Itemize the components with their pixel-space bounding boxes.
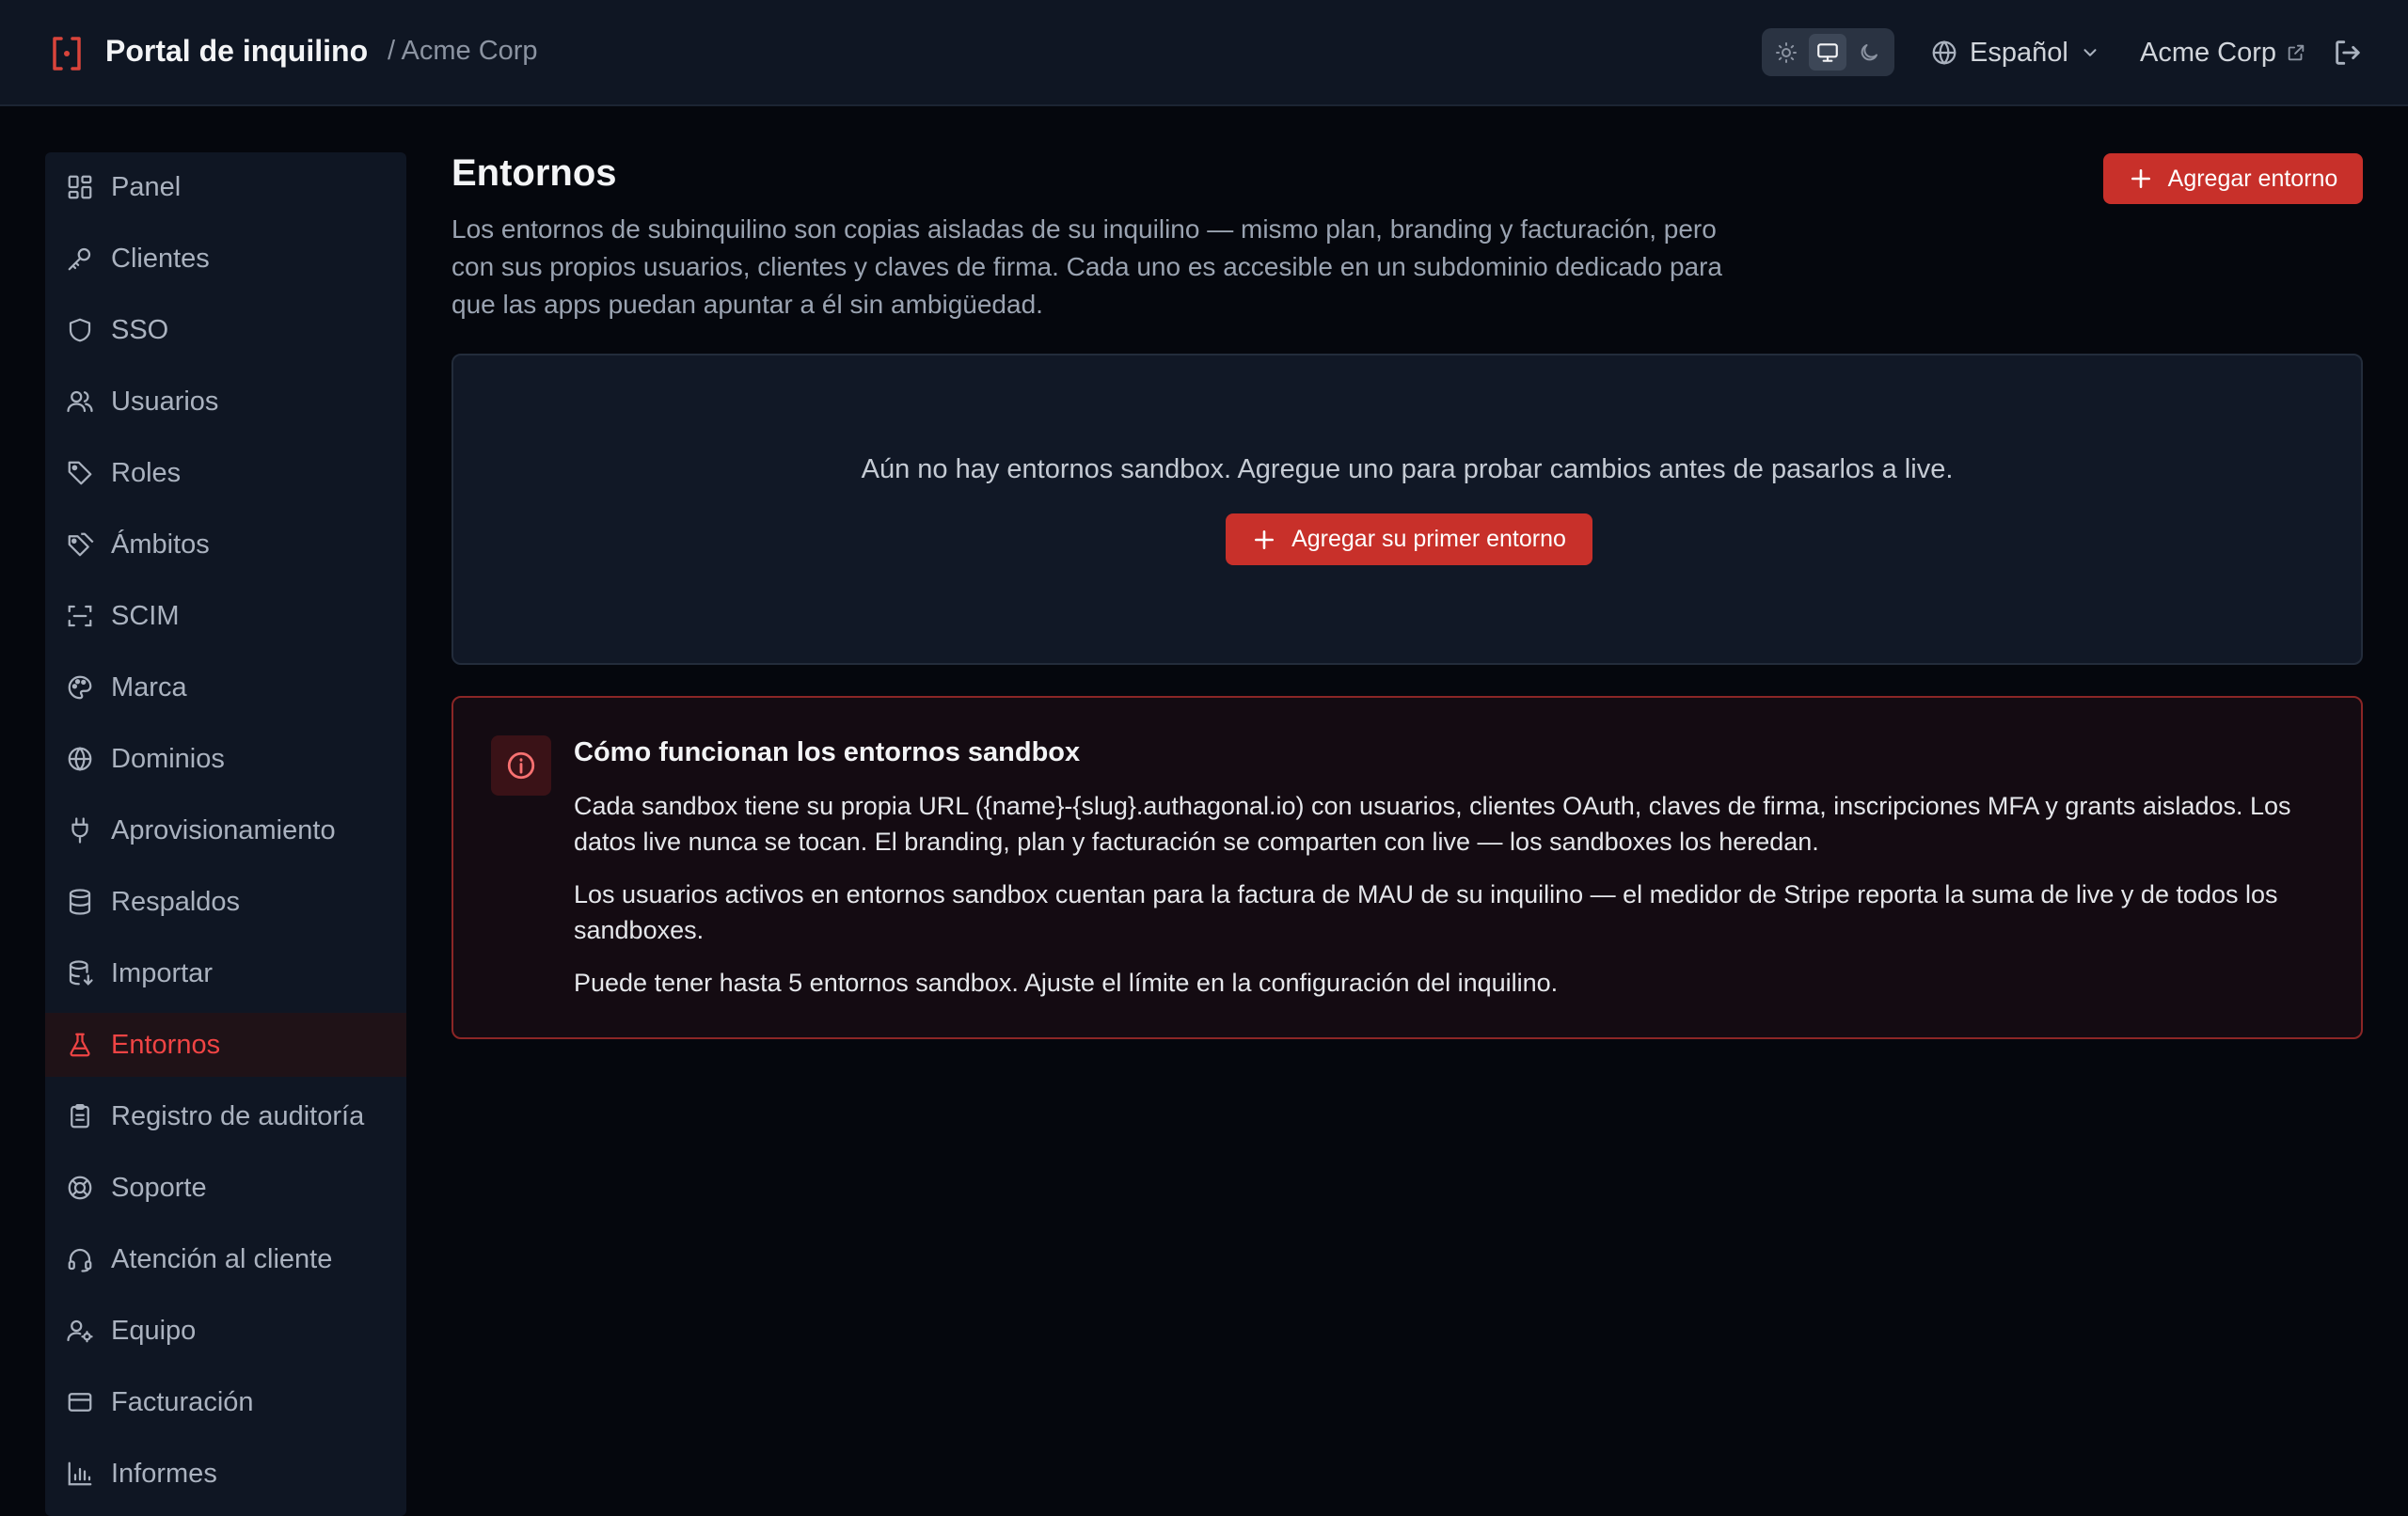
sidebar-item-entornos[interactable]: Entornos [45, 1013, 406, 1077]
info-title: Cómo funcionan los entornos sandbox [574, 737, 1081, 767]
sidebar-item-equipo[interactable]: Equipo [45, 1299, 406, 1363]
sidebar-item-respaldos[interactable]: Respaldos [45, 870, 406, 934]
sidebar-item-label: Soporte [111, 1172, 207, 1203]
empty-state-card: Aún no hay entornos sandbox. Agregue uno… [452, 354, 2363, 665]
database-icon [69, 889, 91, 915]
logout-icon[interactable] [2332, 37, 2364, 69]
sidebar-item-label: Ámbitos [111, 529, 210, 560]
plug-icon [71, 817, 88, 844]
sidebar-item-label: SSO [111, 314, 169, 345]
add-environment-button[interactable]: Agregar entorno [2103, 153, 2363, 204]
info-icon [507, 751, 535, 780]
sidebar-item-importar[interactable]: Importar [45, 941, 406, 1005]
life-buoy-icon [68, 1176, 92, 1200]
sidebar-item-facturacion[interactable]: Facturación [45, 1370, 406, 1434]
sidebar-item-atencion-cliente[interactable]: Atención al cliente [45, 1227, 406, 1291]
scan-icon [68, 605, 92, 627]
sidebar-item-label: Roles [111, 457, 182, 488]
sidebar-item-clientes[interactable]: Clientes [45, 227, 406, 291]
tag-icon [68, 461, 92, 485]
moon-icon [1861, 43, 1877, 60]
clipboard-icon [71, 1104, 89, 1129]
tenant-external-link[interactable]: Acme Corp [2140, 34, 2306, 71]
sidebar-item-ambitos[interactable]: Ámbitos [45, 513, 406, 576]
theme-system-button[interactable] [1809, 34, 1846, 71]
globe-icon [68, 747, 92, 771]
plus-icon [1255, 529, 1275, 549]
page-description: Los entornos de subinquilino son copias … [452, 214, 1722, 319]
monitor-icon [1817, 42, 1838, 62]
info-paragraph: Puede tener hasta 5 entornos sandbox. Aj… [574, 969, 1559, 997]
sidebar-item-informes[interactable]: Informes [45, 1442, 406, 1506]
info-paragraph: Cada sandbox tiene su propia URL ({name}… [574, 792, 2291, 856]
add-first-environment-button[interactable]: Agregar su primer entorno [1226, 513, 1592, 565]
top-bar: Portal de inquilino / Acme Corp Español [0, 0, 2408, 106]
language-selector[interactable]: Español [1930, 34, 2100, 71]
empty-state-text: Aún no hay entornos sandbox. Agregue uno… [861, 454, 1954, 484]
sun-icon [1776, 41, 1797, 63]
sidebar-item-label: Importar [111, 957, 213, 988]
external-link-icon [2288, 44, 2305, 61]
headset-icon [68, 1248, 92, 1272]
key-icon [68, 247, 91, 271]
sidebar-item-label: Clientes [111, 243, 210, 274]
sidebar-item-label: Informes [111, 1458, 217, 1489]
sidebar-item-usuarios[interactable]: Usuarios [45, 370, 406, 434]
brand-logo-icon [53, 37, 81, 71]
plus-icon [2131, 169, 2150, 188]
palette-icon [68, 675, 92, 700]
sidebar-item-label: Marca [111, 671, 187, 703]
sidebar-item-scim[interactable]: SCIM [45, 584, 406, 648]
breadcrumb-tenant: / Acme Corp [388, 36, 538, 66]
tags-icon [68, 532, 94, 557]
sidebar-item-label: Respaldos [111, 886, 241, 917]
chevron-down-icon [2083, 49, 2097, 56]
sidebar-item-marca[interactable]: Marca [45, 655, 406, 719]
bar-chart-icon [68, 1461, 92, 1486]
sidebar-item-soporte[interactable]: Soporte [45, 1156, 406, 1220]
sidebar-item-sso[interactable]: SSO [45, 298, 406, 362]
info-paragraph: Los usuarios activos en entornos sandbox… [574, 880, 2278, 944]
globe-icon [1932, 40, 1956, 65]
app-title[interactable]: Portal de inquilino [105, 34, 368, 69]
sidebar-item-label: Dominios [111, 743, 225, 774]
shield-icon [69, 318, 91, 342]
sidebar: Panel Clientes SSO Usuarios Roles Ámbito… [45, 152, 406, 1516]
sidebar-item-label: Atención al cliente [111, 1243, 333, 1274]
user-cog-icon [67, 1319, 93, 1343]
page-title: Entornos [452, 152, 617, 194]
language-label: Español [1970, 37, 2068, 68]
sidebar-item-label: Registro de auditoría [111, 1100, 365, 1131]
flask-icon [70, 1033, 90, 1057]
sandbox-info-card: Cómo funcionan los entornos sandbox Cada… [452, 696, 2363, 1039]
users-icon [67, 390, 93, 413]
theme-dark-button[interactable] [1850, 34, 1888, 71]
sidebar-item-label: Facturación [111, 1386, 254, 1417]
add-environment-label: Agregar entorno [2167, 165, 2338, 192]
tenant-link-label: Acme Corp [2140, 37, 2277, 68]
sidebar-item-label: Equipo [111, 1315, 197, 1346]
sidebar-item-label: SCIM [111, 600, 180, 631]
sidebar-item-panel[interactable]: Panel [45, 155, 406, 219]
sidebar-item-dominios[interactable]: Dominios [45, 727, 406, 791]
sidebar-item-label: Entornos [111, 1029, 221, 1060]
sidebar-item-label: Usuarios [111, 386, 219, 417]
theme-toggle [1762, 28, 1894, 76]
sidebar-item-registro-auditoria[interactable]: Registro de auditoría [45, 1084, 406, 1148]
sidebar-item-aprovisionamiento[interactable]: Aprovisionamiento [45, 798, 406, 862]
sidebar-item-label: Aprovisionamiento [111, 814, 336, 845]
credit-card-icon [68, 1393, 92, 1412]
info-icon-badge [491, 735, 551, 796]
theme-light-button[interactable] [1767, 34, 1805, 71]
sidebar-item-label: Panel [111, 171, 182, 202]
database-import-icon [69, 960, 93, 986]
add-first-environment-label: Agregar su primer entorno [1291, 526, 1566, 552]
dashboard-icon [68, 175, 92, 199]
sidebar-item-roles[interactable]: Roles [45, 441, 406, 505]
